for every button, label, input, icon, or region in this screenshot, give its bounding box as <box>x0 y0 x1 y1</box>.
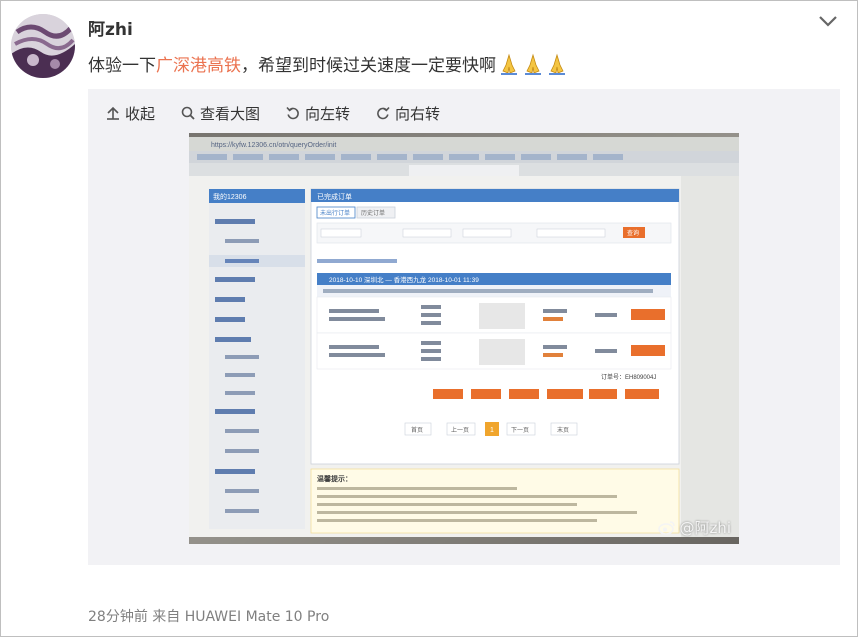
post-text-after: ，希望到时候过关速度一定要快啊 <box>241 56 496 76</box>
rotate-right-label: 向右转 <box>395 104 441 123</box>
post-text-before: 体验一下 <box>88 56 156 76</box>
rotate-left-icon <box>286 106 299 120</box>
media-container: 收起 查看大图 向左转 向右转 https://kyfw.12306.cn/ot… <box>88 89 840 565</box>
monitor-screen-photo: https://kyfw.12306.cn/otn/queryOrder/ini… <box>189 133 739 544</box>
rotate-left-button[interactable]: 向左转 <box>286 103 350 124</box>
watermark-text: @阿zhi <box>679 519 731 537</box>
username[interactable]: 阿zhi <box>88 15 133 40</box>
post-meta: 28分钟前 来自 HUAWEI Mate 10 Pro <box>88 609 330 625</box>
arrow-up-icon <box>107 106 119 120</box>
photo-watermark: @阿zhi <box>658 517 731 538</box>
praying-hands-icon <box>525 53 541 75</box>
collapse-label: 收起 <box>125 104 156 123</box>
post-photo[interactable]: https://kyfw.12306.cn/otn/queryOrder/ini… <box>189 133 739 544</box>
search-icon <box>181 106 195 120</box>
media-toolbar: 收起 查看大图 向左转 向右转 <box>106 103 466 123</box>
weibo-post-card: 阿zhi 体验一下广深港高铁，希望到时候过关速度一定要快啊 收起 查看大图 向左… <box>0 0 858 637</box>
praying-hands-icon <box>501 53 517 75</box>
rotate-left-label: 向左转 <box>305 104 351 123</box>
collapse-button[interactable]: 收起 <box>106 103 155 124</box>
chevron-down-icon[interactable] <box>817 13 839 29</box>
avatar-image <box>11 14 75 78</box>
avatar[interactable] <box>11 14 75 78</box>
topic-link[interactable]: 广深港高铁 <box>156 56 241 76</box>
rotate-right-button[interactable]: 向右转 <box>376 103 440 124</box>
praying-hands-icon <box>549 53 565 75</box>
weibo-logo-icon <box>658 521 676 535</box>
rotate-right-icon <box>377 106 390 120</box>
post-text: 体验一下广深港高铁，希望到时候过关速度一定要快啊 <box>88 51 568 76</box>
view-large-button[interactable]: 查看大图 <box>181 103 260 124</box>
view-large-label: 查看大图 <box>200 104 261 123</box>
